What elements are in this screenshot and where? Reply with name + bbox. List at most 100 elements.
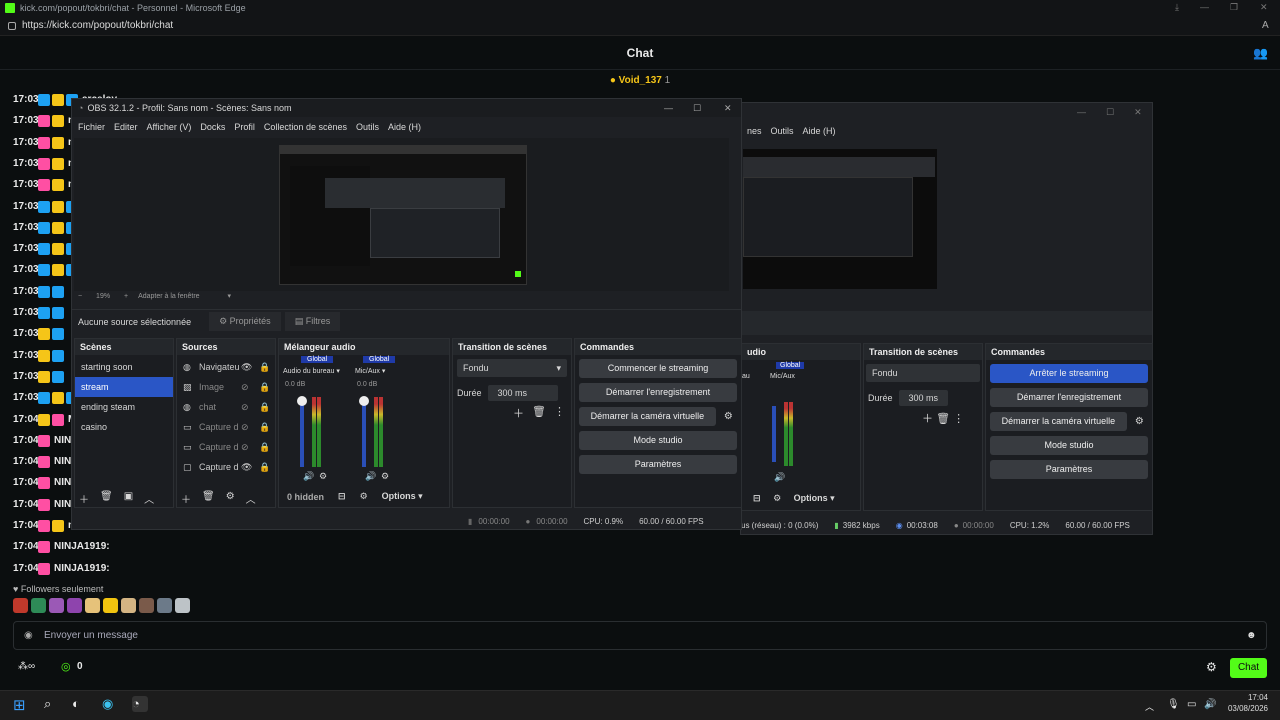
link-icon[interactable]: ⚙ bbox=[360, 491, 368, 502]
close-icon[interactable]: ✕ bbox=[724, 103, 732, 114]
add-icon[interactable]: ＋ bbox=[79, 491, 89, 506]
lock-icon[interactable]: 🔒 bbox=[259, 377, 270, 397]
add-icon[interactable]: ＋ bbox=[922, 413, 933, 425]
menu-collection[interactable]: Collection de scènes bbox=[264, 122, 347, 132]
emote-icon[interactable] bbox=[175, 598, 190, 613]
source-item[interactable]: ▭ Capture d ⊘ 🔒 bbox=[177, 437, 275, 457]
menu-editer[interactable]: Editer bbox=[114, 122, 138, 132]
scene-item-selected[interactable]: stream bbox=[75, 377, 173, 397]
options-button[interactable]: Options ▾ bbox=[382, 491, 423, 502]
gear-icon[interactable]: ⚙ bbox=[226, 491, 235, 506]
chat-message[interactable]: 17:04 NINJ bbox=[13, 430, 77, 451]
edge-icon[interactable]: ◉ bbox=[102, 696, 118, 712]
studio-mode-button[interactable]: Mode studio bbox=[579, 431, 737, 450]
link-icon[interactable]: ⚙ bbox=[773, 493, 781, 503]
monitor-icon[interactable]: ▭ bbox=[1187, 699, 1203, 715]
vcam-settings-gear-icon[interactable]: ⚙ bbox=[720, 407, 737, 426]
points-icon[interactable]: ◎ bbox=[61, 660, 71, 673]
lock-icon[interactable]: 🔒 bbox=[259, 437, 270, 457]
close-icon[interactable]: ✕ bbox=[1260, 2, 1268, 13]
menu-outils[interactable]: Outils bbox=[356, 122, 379, 132]
source-item[interactable]: ▭ Capture d ⊘ 🔒 bbox=[177, 417, 275, 437]
start-recording-button[interactable]: Démarrer l'enregistrement bbox=[579, 383, 737, 402]
obs-preview-area[interactable] bbox=[74, 138, 729, 291]
emote-icon[interactable] bbox=[103, 598, 118, 613]
infinity-icon[interactable]: ⁂∞ bbox=[18, 661, 35, 672]
send-chat-button[interactable]: Chat bbox=[1230, 658, 1267, 678]
studio-mode-button[interactable]: Mode studio bbox=[990, 436, 1148, 455]
windows-start-icon[interactable]: ⊞ bbox=[13, 696, 29, 714]
start-virtual-camera-button[interactable]: Démarrer la caméra virtuelle bbox=[579, 407, 716, 426]
chevron-down-icon[interactable]: ▾ bbox=[228, 293, 232, 300]
more-icon[interactable]: ⋮ bbox=[953, 413, 964, 425]
move-up-icon[interactable]: ︿ bbox=[246, 491, 256, 506]
eye-icon[interactable]: 👁 bbox=[241, 457, 252, 477]
emote-icon[interactable] bbox=[49, 598, 64, 613]
start-recording-button[interactable]: Démarrer l'enregistrement bbox=[990, 388, 1148, 407]
settings-small-icon[interactable]: ⚙ bbox=[381, 471, 389, 482]
maximize-icon[interactable]: ☐ bbox=[693, 103, 701, 114]
stop-streaming-button[interactable]: Arrêter le streaming bbox=[990, 364, 1148, 383]
emote-icon[interactable] bbox=[139, 598, 154, 613]
settings-small-icon[interactable]: ⚙ bbox=[319, 471, 327, 482]
vcam-settings-gear-icon[interactable]: ⚙ bbox=[1131, 412, 1148, 431]
properties-button[interactable]: ⚙ Propriétés bbox=[209, 312, 281, 331]
emote-icon[interactable] bbox=[85, 598, 100, 613]
menu-fichier[interactable]: Fichier bbox=[78, 122, 105, 132]
move-up-icon[interactable]: ︿ bbox=[144, 491, 154, 506]
menu-profil[interactable]: Profil bbox=[234, 122, 255, 132]
chat-message[interactable]: 17:03 bbox=[13, 302, 68, 323]
emoji-icon[interactable]: ☻ bbox=[1246, 630, 1257, 641]
transition-select[interactable]: Fondu ▾ bbox=[457, 359, 567, 377]
maximize-icon[interactable]: ❐ bbox=[1230, 2, 1238, 13]
read-aloud-icon[interactable]: A bbox=[1262, 20, 1269, 31]
add-icon[interactable]: ＋ bbox=[513, 405, 524, 421]
volume-knob[interactable] bbox=[359, 396, 369, 406]
menu-aide[interactable]: Aide (H) bbox=[388, 122, 421, 132]
add-icon[interactable]: ＋ bbox=[181, 491, 191, 506]
message-username[interactable]: NINJA1919: bbox=[54, 563, 110, 574]
eye-icon[interactable]: 👁 bbox=[241, 357, 252, 377]
layout-icon[interactable]: ⊟ bbox=[338, 491, 346, 502]
layout-icon[interactable]: ⊟ bbox=[753, 493, 761, 503]
menu-item[interactable]: nes bbox=[747, 126, 762, 136]
filter-icon[interactable]: ▣ bbox=[124, 491, 133, 506]
chat-message[interactable]: 17:04 NINJA1919: bbox=[13, 536, 110, 557]
menu-item[interactable]: Outils bbox=[771, 126, 794, 136]
chat-message[interactable]: 17:03 bbox=[13, 281, 68, 302]
filters-button[interactable]: ▤ Filtres bbox=[284, 312, 341, 331]
chat-message[interactable]: 17:04 NINJ bbox=[13, 451, 77, 472]
eye-hidden-icon[interactable]: ⊘ bbox=[241, 377, 249, 397]
source-item[interactable]: ◍ chat ⊘ 🔒 bbox=[177, 397, 275, 417]
menu-afficher[interactable]: Afficher (V) bbox=[147, 122, 192, 132]
more-icon[interactable]: ⋮ bbox=[554, 405, 565, 421]
minimize-icon[interactable]: — bbox=[1077, 107, 1086, 117]
mixer-channel-2[interactable]: Mic/Aux ▾ bbox=[355, 367, 385, 375]
settings-gear-icon[interactable]: ⚙ bbox=[1206, 660, 1217, 674]
close-icon[interactable]: ✕ bbox=[1134, 107, 1142, 118]
settings-button[interactable]: Paramètres bbox=[579, 455, 737, 474]
emote-icon[interactable] bbox=[31, 598, 46, 613]
lock-icon[interactable]: 🔒 bbox=[259, 397, 270, 417]
maximize-icon[interactable]: ☐ bbox=[1106, 107, 1114, 118]
trash-icon[interactable]: 🗑 bbox=[100, 491, 113, 506]
chat-message[interactable]: 17:03 bbox=[13, 323, 68, 344]
settings-button[interactable]: Paramètres bbox=[990, 460, 1148, 479]
chevron-up-icon[interactable]: ︿ bbox=[1145, 700, 1161, 716]
menu-item[interactable]: Aide (H) bbox=[803, 126, 836, 136]
lock-icon[interactable]: 🔒 bbox=[259, 417, 270, 437]
address-bar[interactable]: https://kick.com/popout/tokbri/chat A bbox=[0, 16, 1280, 36]
search-icon[interactable]: ⌕ bbox=[44, 696, 60, 712]
url-text[interactable]: https://kick.com/popout/tokbri/chat bbox=[22, 20, 173, 31]
source-item[interactable]: ◍ Navigateu 👁 🔒 bbox=[177, 357, 275, 377]
pinned-gifter[interactable]: ● Void_137 1 bbox=[0, 71, 1280, 91]
chat-message[interactable]: 17:04 NINJA1919: bbox=[13, 558, 110, 579]
fit-window-select[interactable]: Adapter à la fenêtre bbox=[138, 293, 200, 300]
eye-hidden-icon[interactable]: ⊘ bbox=[241, 417, 249, 437]
steam-icon[interactable]: ◐ bbox=[72, 696, 88, 712]
mixer-options-button[interactable]: ⊟ ⚙ Options ▾ bbox=[753, 493, 835, 504]
message-username[interactable]: NINJA1919: bbox=[54, 541, 110, 552]
volume-slider[interactable] bbox=[772, 406, 776, 462]
scene-item[interactable]: starting soon bbox=[75, 357, 173, 377]
download-icon[interactable]: ⤓ bbox=[1175, 2, 1179, 13]
